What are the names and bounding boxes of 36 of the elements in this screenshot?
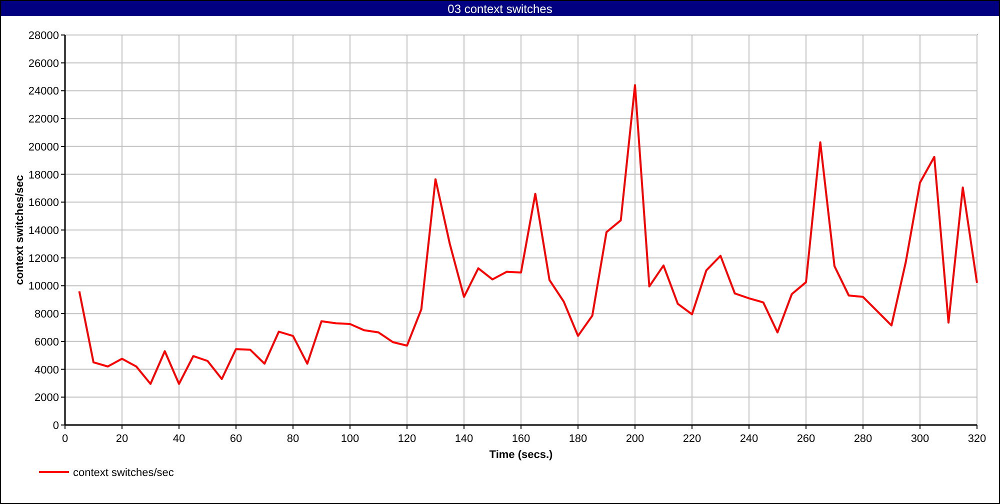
tick-label: 120 (398, 433, 416, 445)
tick-label: 260 (796, 433, 816, 445)
tick-label: 4000 (34, 364, 59, 376)
tick-label: 0 (52, 420, 59, 432)
tick-label: 280 (854, 433, 872, 445)
tick-label: 10000 (28, 280, 59, 293)
tick-label: 6000 (34, 336, 59, 348)
tick-label: 16000 (28, 197, 59, 210)
tick-label: 100 (340, 433, 360, 445)
tick-label: 8000 (34, 308, 59, 321)
tick-label: 20000 (28, 141, 59, 154)
tick-label: 60 (230, 433, 242, 445)
tick-label: 28000 (28, 30, 59, 42)
tick-label: 40 (172, 433, 186, 445)
tick-label: 2000 (34, 392, 59, 404)
legend-label: context switches/sec (73, 467, 174, 479)
axis-title: Time (secs.) (489, 449, 553, 461)
tick-label: 240 (740, 433, 758, 445)
tick-label: 22000 (28, 114, 59, 126)
tick-label: 18000 (28, 169, 59, 182)
tick-label: 140 (454, 433, 474, 445)
tick-label: 80 (286, 433, 300, 445)
tick-label: 180 (568, 433, 588, 445)
tick-label: 14000 (28, 225, 59, 237)
tick-label: 200 (626, 433, 644, 445)
window-title: 03 context switches (1, 1, 999, 16)
tick-label: 12000 (28, 252, 59, 265)
tick-label: 320 (968, 433, 986, 445)
tick-label: 20 (116, 433, 128, 445)
tick-label: 24000 (28, 86, 59, 98)
tick-label: 26000 (28, 58, 59, 70)
tick-label: 300 (910, 433, 930, 445)
tick-label: 0 (62, 433, 68, 445)
tick-label: 160 (512, 433, 530, 445)
axis-title: context switches/sec (14, 174, 26, 286)
tick-label: 220 (682, 433, 702, 445)
